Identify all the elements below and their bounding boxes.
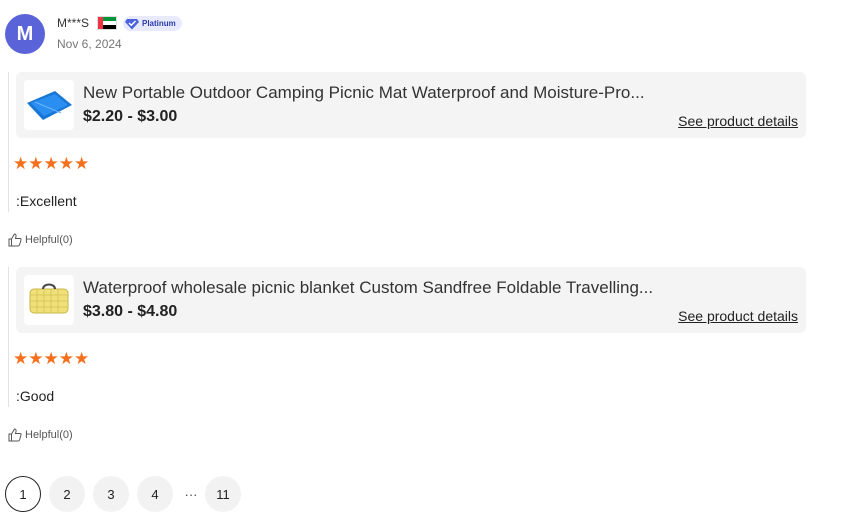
product-price: $2.20 - $3.00 bbox=[83, 108, 178, 125]
page-button-2[interactable]: 2 bbox=[49, 476, 85, 512]
rating-stars: ★★★★★ bbox=[13, 155, 89, 172]
page-button-4[interactable]: 4 bbox=[137, 476, 173, 512]
review-divider-line bbox=[8, 72, 9, 212]
page-button-3[interactable]: 3 bbox=[93, 476, 129, 512]
pagination: 1 2 3 4 ··· 11 bbox=[5, 476, 249, 512]
star-icon: ★★★★★ bbox=[13, 154, 90, 173]
see-product-details-link[interactable]: See product details bbox=[678, 113, 798, 129]
thumbs-up-icon bbox=[8, 428, 22, 442]
product-thumbnail[interactable] bbox=[24, 80, 74, 130]
review-divider-line bbox=[8, 267, 9, 407]
pagination-ellipsis: ··· bbox=[184, 486, 198, 502]
product-thumbnail[interactable] bbox=[24, 275, 74, 325]
see-product-details-link[interactable]: See product details bbox=[678, 308, 798, 324]
platinum-badge: Platinum bbox=[123, 16, 182, 31]
picnic-blanket-image bbox=[29, 283, 69, 314]
camping-mat-image bbox=[27, 91, 72, 120]
product-price: $3.80 - $4.80 bbox=[83, 303, 178, 320]
product-title[interactable]: New Portable Outdoor Camping Picnic Mat … bbox=[83, 83, 668, 103]
review-date: Nov 6, 2024 bbox=[57, 37, 122, 51]
helpful-button[interactable]: Helpful(0) bbox=[8, 233, 73, 247]
review-text: :Excellent bbox=[16, 193, 77, 209]
badge-label: Platinum bbox=[142, 19, 176, 28]
avatar: M bbox=[5, 14, 45, 54]
page-button-last[interactable]: 11 bbox=[205, 476, 241, 512]
helpful-label: Helpful(0) bbox=[25, 429, 73, 441]
helpful-label: Helpful(0) bbox=[25, 234, 73, 246]
reviewer-name: M***S bbox=[57, 16, 90, 30]
page-button-1[interactable]: 1 bbox=[5, 476, 41, 512]
uae-flag-icon bbox=[97, 16, 117, 30]
verified-diamond-icon bbox=[125, 18, 139, 29]
product-card[interactable]: New Portable Outdoor Camping Picnic Mat … bbox=[16, 72, 806, 138]
review-text: :Good bbox=[16, 388, 55, 404]
helpful-button[interactable]: Helpful(0) bbox=[8, 428, 73, 442]
product-title[interactable]: Waterproof wholesale picnic blanket Cust… bbox=[83, 278, 668, 298]
product-card[interactable]: Waterproof wholesale picnic blanket Cust… bbox=[16, 267, 806, 333]
rating-stars: ★★★★★ bbox=[13, 350, 89, 367]
star-icon: ★★★★★ bbox=[13, 349, 90, 368]
thumbs-up-icon bbox=[8, 233, 22, 247]
